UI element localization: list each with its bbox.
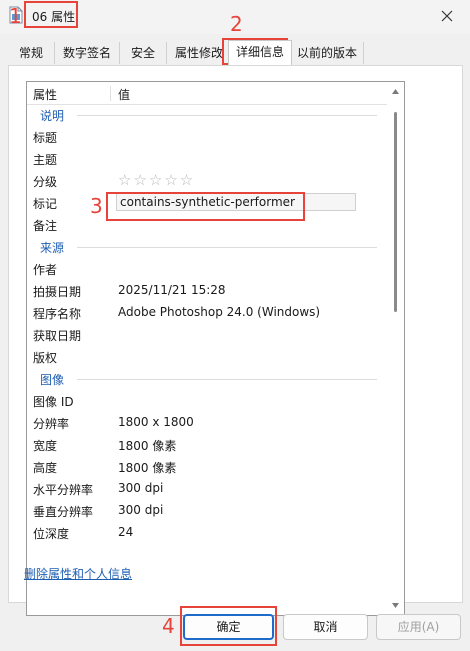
- header-property[interactable]: 属性: [33, 86, 57, 103]
- section-label: 图像: [40, 373, 65, 387]
- tab-previous-versions[interactable]: 以前的版本: [291, 42, 364, 64]
- section-description: 说明: [27, 104, 387, 126]
- annotation-number-2: 2: [230, 12, 243, 36]
- row-value: 300 dpi: [118, 481, 164, 495]
- tab-bar: 常规 数字签名 安全 属性修改 详细信息 以前的版本: [8, 40, 463, 66]
- row-key: 图像 ID: [33, 395, 74, 409]
- list-row[interactable]: 分级 ☆☆☆☆☆: [27, 170, 387, 192]
- row-key: 标记: [33, 197, 58, 211]
- annotation-number-3: 3: [90, 194, 103, 218]
- row-value: Adobe Photoshop 24.0 (Windows): [118, 305, 321, 319]
- list-row[interactable]: 标题: [27, 126, 387, 148]
- list-row[interactable]: 作者: [27, 258, 387, 280]
- vertical-scrollbar[interactable]: [387, 82, 404, 615]
- cancel-button[interactable]: 取消: [283, 614, 368, 640]
- row-key: 垂直分辨率: [33, 505, 94, 519]
- section-label: 来源: [40, 241, 65, 255]
- apply-button[interactable]: 应用(A): [376, 614, 461, 640]
- close-icon: [441, 10, 453, 22]
- scroll-down-icon[interactable]: [391, 601, 400, 610]
- row-key: 分辨率: [33, 417, 70, 431]
- window-title: 06 属性: [32, 10, 76, 24]
- rating-stars[interactable]: ☆☆☆☆☆: [118, 171, 195, 189]
- list-row[interactable]: 水平分辨率 300 dpi: [27, 478, 387, 500]
- scroll-thumb[interactable]: [394, 112, 397, 312]
- section-label: 说明: [40, 109, 65, 123]
- remove-properties-link[interactable]: 删除属性和个人信息: [24, 565, 132, 582]
- tab-security[interactable]: 安全: [120, 42, 167, 64]
- tab-general[interactable]: 常规: [8, 42, 55, 64]
- section-origin: 来源: [27, 236, 387, 258]
- list-row[interactable]: 分辨率 1800 x 1800: [27, 412, 387, 434]
- row-key: 标题: [33, 131, 58, 145]
- row-value: 24: [118, 525, 134, 539]
- close-button[interactable]: [424, 0, 470, 32]
- row-value: 1800 像素: [118, 439, 177, 453]
- row-value: 2025/11/21 15:28: [118, 283, 226, 297]
- list-row[interactable]: 版权: [27, 346, 387, 368]
- column-separator[interactable]: [110, 86, 111, 101]
- row-key: 拍摄日期: [33, 285, 82, 299]
- list-row[interactable]: 获取日期: [27, 324, 387, 346]
- details-panel: 属性 值 说明 标题 主题 分级 ☆☆☆☆☆ 标记 contains-synth…: [8, 65, 463, 616]
- row-key: 程序名称: [33, 307, 82, 321]
- row-value: 1800 x 1800: [118, 415, 194, 429]
- row-value: 300 dpi: [118, 503, 164, 517]
- list-row[interactable]: 主题: [27, 148, 387, 170]
- list-row[interactable]: 位深度 24: [27, 522, 387, 544]
- section-divider: [77, 247, 377, 248]
- row-value: 1800 像素: [118, 461, 177, 475]
- section-image: 图像: [27, 368, 387, 390]
- property-list[interactable]: 属性 值 说明 标题 主题 分级 ☆☆☆☆☆ 标记 contains-synth…: [26, 81, 405, 616]
- row-key: 水平分辨率: [33, 483, 94, 497]
- list-row[interactable]: 拍摄日期 2025/11/21 15:28: [27, 280, 387, 302]
- header-value[interactable]: 值: [118, 86, 130, 103]
- section-divider: [77, 379, 377, 380]
- row-key: 高度: [33, 461, 58, 475]
- row-key: 主题: [33, 153, 58, 167]
- scroll-up-icon[interactable]: [391, 87, 400, 96]
- row-key: 备注: [33, 219, 58, 233]
- row-key: 分级: [33, 175, 58, 189]
- row-key: 位深度: [33, 527, 70, 541]
- annotation-number-1: 1: [9, 4, 22, 28]
- row-key: 版权: [33, 351, 58, 365]
- row-key: 宽度: [33, 439, 58, 453]
- list-row[interactable]: 宽度 1800 像素: [27, 434, 387, 456]
- list-header: 属性 值: [27, 82, 387, 105]
- list-row[interactable]: 备注: [27, 214, 387, 236]
- list-row[interactable]: 高度 1800 像素: [27, 456, 387, 478]
- section-divider: [77, 115, 377, 116]
- tab-property-modify[interactable]: 属性修改: [167, 42, 232, 64]
- row-key: 作者: [33, 263, 58, 277]
- annotation-number-4: 4: [162, 614, 175, 638]
- tags-input[interactable]: contains-synthetic-performer: [116, 193, 356, 211]
- row-key: 获取日期: [33, 329, 82, 343]
- ok-button[interactable]: 确定: [183, 614, 274, 640]
- list-row[interactable]: 垂直分辨率 300 dpi: [27, 500, 387, 522]
- list-row[interactable]: 标记 contains-synthetic-performer: [27, 192, 387, 214]
- list-row[interactable]: 程序名称 Adobe Photoshop 24.0 (Windows): [27, 302, 387, 324]
- tab-details[interactable]: 详细信息: [228, 40, 292, 65]
- list-row[interactable]: 图像 ID: [27, 390, 387, 412]
- tab-digital-signature[interactable]: 数字签名: [55, 42, 120, 64]
